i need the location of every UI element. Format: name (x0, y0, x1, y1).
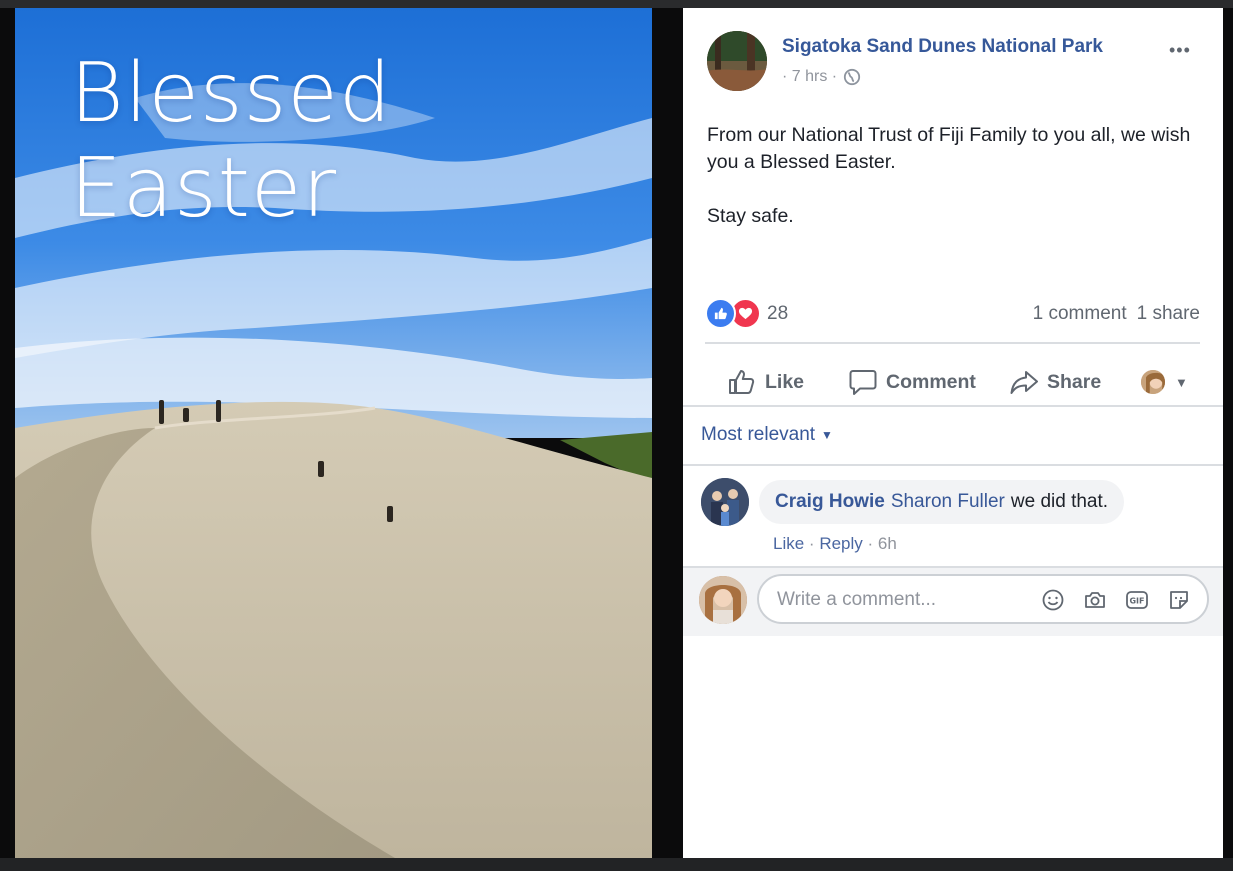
post-panel: Sigatoka Sand Dunes National Park ••• · … (683, 8, 1223, 858)
thumbs-up-icon (729, 370, 755, 394)
share-icon (1010, 371, 1038, 394)
more-options-icon[interactable]: ••• (1169, 40, 1191, 61)
background-bar (0, 858, 1233, 871)
camera-icon[interactable] (1083, 588, 1107, 612)
post-photo[interactable]: Blessed Easter (15, 8, 652, 858)
background-bar (0, 0, 1233, 8)
comment-button-label: Comment (886, 370, 976, 393)
comment-actions: Like · Reply · 6h (773, 534, 897, 553)
divider (683, 464, 1223, 466)
post-meta: · 7 hrs · (782, 68, 861, 86)
comment-item: Craig Howie Sharon Fuller we did that. L… (701, 476, 1211, 556)
comment-input-box[interactable]: GIF (757, 574, 1209, 624)
current-user-avatar (699, 576, 747, 624)
comment-as-selector[interactable]: ▼ (1141, 353, 1188, 411)
sort-label: Most relevant (701, 424, 816, 445)
post-stats: 28 1 comment 1 share (705, 296, 1200, 330)
emoji-icon[interactable] (1041, 588, 1065, 612)
sticker-icon[interactable] (1167, 588, 1191, 612)
like-button-label: Like (765, 370, 805, 393)
comment-time[interactable]: 6h (878, 534, 897, 553)
comment-input[interactable] (775, 576, 1019, 624)
comment-text: we did that. (1010, 491, 1109, 512)
comment-like-link[interactable]: Like (773, 534, 804, 553)
post-body: From our National Trust of Fiji Family t… (707, 122, 1197, 230)
svg-text:GIF: GIF (1129, 597, 1144, 606)
comment-icon (849, 370, 877, 395)
comment-reply-link[interactable]: Reply (819, 534, 862, 553)
reactions-summary[interactable]: 28 (705, 298, 788, 329)
page-avatar[interactable] (707, 31, 767, 91)
engagement-counts: 1 comment 1 share (1033, 303, 1200, 325)
reaction-count: 28 (767, 302, 789, 324)
like-button[interactable]: Like (727, 353, 804, 411)
shares-count-link[interactable]: 1 share (1137, 303, 1200, 324)
chevron-down-icon: ▼ (1175, 374, 1188, 390)
page-avatar-image (707, 31, 767, 91)
comment-button[interactable]: Comment (848, 353, 976, 411)
overlay-caption: Blessed Easter (70, 46, 392, 236)
post-actions: Like Comment Share ▼ (705, 353, 1200, 411)
like-reaction-icon (705, 298, 736, 329)
globe-icon (844, 68, 861, 86)
divider (683, 566, 1223, 568)
user-avatar (1141, 370, 1165, 394)
post-body-line: Stay safe. (707, 205, 794, 227)
comment-composer: GIF (683, 566, 1223, 636)
post-header: Sigatoka Sand Dunes National Park ••• · … (683, 8, 1223, 108)
post-body-line: From our National Trust of Fiji Family t… (707, 124, 1191, 173)
comment-bubble: Craig Howie Sharon Fuller we did that. (759, 480, 1125, 524)
share-button[interactable]: Share (1009, 353, 1101, 411)
share-button-label: Share (1047, 370, 1102, 393)
post-timestamp[interactable]: · 7 hrs · (782, 68, 837, 86)
gif-icon[interactable]: GIF (1125, 588, 1149, 612)
caret-down-icon: ▼ (821, 428, 833, 442)
comment-mention-link[interactable]: Sharon Fuller (891, 491, 1005, 513)
divider (683, 405, 1223, 407)
commenter-avatar[interactable] (701, 478, 749, 526)
comment-sort-dropdown[interactable]: Most relevant ▼ (701, 424, 833, 446)
comments-count-link[interactable]: 1 comment (1033, 303, 1127, 324)
divider (705, 342, 1200, 344)
comment-author-link[interactable]: Craig Howie (775, 491, 885, 513)
page-name-link[interactable]: Sigatoka Sand Dunes National Park (782, 36, 1103, 58)
